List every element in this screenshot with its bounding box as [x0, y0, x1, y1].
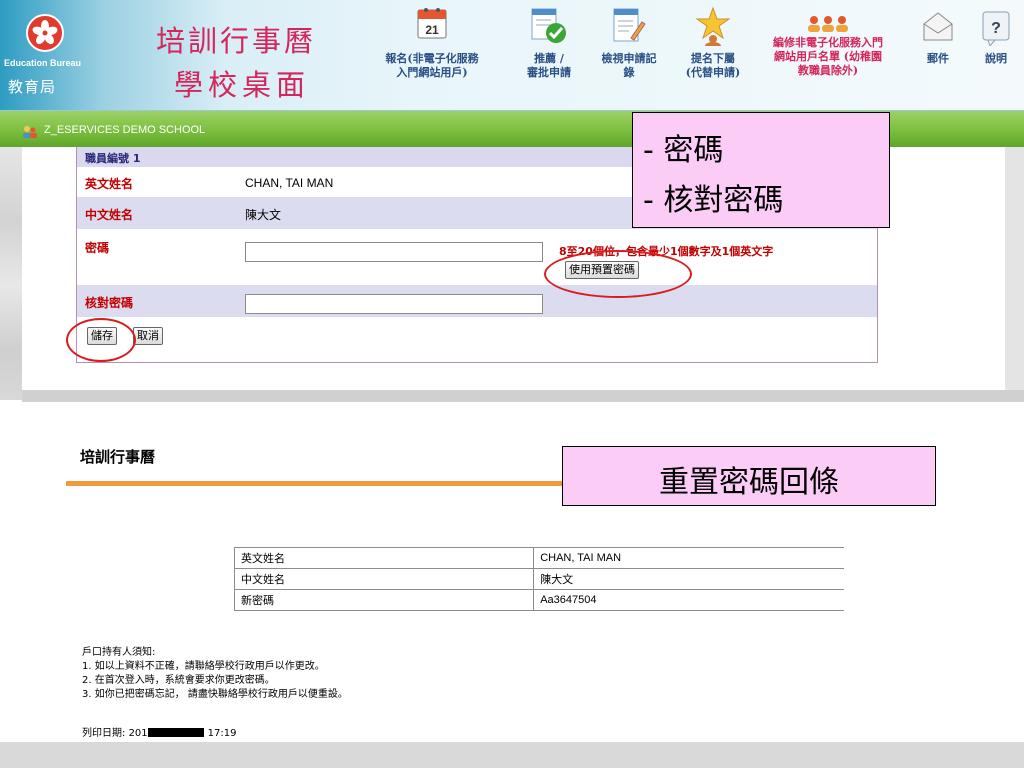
background-strip-bottom: [22, 390, 1024, 402]
system-subtitle: 學校桌面: [174, 68, 311, 102]
note-item: 3. 如你已把密碼忘記， 請盡快聯絡學校行政用戶以便重設。: [82, 689, 348, 700]
nav-label: 推薦 / 審批申請: [527, 52, 571, 79]
app-header: Education Bureau 教育局 培訓行事曆 學校桌面 21 報名(非電…: [0, 0, 1024, 111]
background-strip-right: [1005, 146, 1024, 400]
redaction-bar: [147, 728, 204, 737]
print-date-label: 列印日期:: [82, 728, 126, 739]
slip-new-password-label: 新密碼: [233, 589, 535, 611]
highlight-default-password: [544, 250, 692, 298]
nav-label: 報名(非電子化服務 入門網站用戶): [385, 52, 479, 79]
slip-new-password-value: Aa3647504: [533, 589, 844, 611]
bureau-name-english: Education Bureau: [4, 58, 82, 68]
system-screenshot: Education Bureau 教育局 培訓行事曆 學校桌面 21 報名(非電…: [0, 0, 1024, 402]
print-date-year: 201: [128, 728, 148, 739]
nav-label: 提名下屬 (代替申請): [685, 52, 741, 79]
notes-heading: 戶口持有人須知:: [82, 647, 156, 658]
nav-mail[interactable]: 郵件: [918, 6, 958, 66]
password-row: 密碼 8至20個位，包含最少1個數字及1個英文字 使用預置密碼: [77, 229, 877, 285]
note-item: 2. 在首次登入時，系統會要求你更改密碼。: [82, 675, 275, 686]
print-date-line: 列印日期: 201 17:19: [82, 724, 236, 739]
slip-table: 英文姓名 CHAN, TAI MAN 中文姓名 陳大文 新密碼 Aa364750…: [233, 547, 844, 611]
table-row: 新密碼 Aa3647504: [233, 589, 844, 611]
slip-english-name-value: CHAN, TAI MAN: [533, 547, 844, 569]
help-glyph: ?: [991, 20, 1001, 37]
print-time: 17:19: [207, 728, 237, 739]
calendar-day-number: 21: [425, 23, 439, 37]
callout-line-confirm-password: - 核對密碼: [643, 183, 784, 218]
password-field[interactable]: [245, 242, 543, 262]
bureau-logo[interactable]: Education Bureau 教育局: [4, 10, 116, 104]
chinese-name-label: 中文姓名: [85, 208, 134, 222]
nav-enrol-non-eservices[interactable]: 21 報名(非電子化服務 入門網站用戶): [366, 6, 498, 80]
reset-slip-callout-text: 重置密碼回條: [659, 465, 839, 500]
table-row: 英文姓名 CHAN, TAI MAN: [233, 547, 844, 569]
slip-title: 培訓行事曆: [80, 448, 156, 466]
reset-slip-callout: 重置密碼回條: [562, 446, 936, 506]
password-fields-callout: - 密碼 - 核對密碼: [632, 112, 890, 228]
approve-document-icon: [529, 6, 569, 52]
cancel-button[interactable]: 取消: [133, 327, 163, 345]
nav-view-applications[interactable]: 檢視申請記 錄: [592, 6, 666, 80]
table-row: 中文姓名 陳大文: [233, 568, 844, 590]
nav-label: 郵件: [927, 52, 949, 65]
confirm-password-row: 核對密碼: [77, 285, 877, 317]
nav-recommend-approve[interactable]: 推薦 / 審批申請: [518, 6, 580, 80]
bauhinia-emblem-icon: [26, 14, 64, 52]
slip-chinese-name-label: 中文姓名: [233, 568, 535, 590]
background-strip-footer: [0, 742, 1024, 768]
school-name: Z_ESERVICES DEMO SCHOOL: [44, 124, 206, 136]
user-group-icon: [806, 6, 850, 36]
nav-label: 說明: [985, 52, 1007, 65]
section-title: 職員編號 1: [85, 152, 141, 165]
star-person-icon: [695, 6, 731, 52]
system-title: 培訓行事曆: [156, 24, 317, 58]
note-item: 1. 如以上資料不正確，請聯絡學校行政用戶以作更改。: [82, 661, 325, 672]
nav-nominate-subordinates[interactable]: 提名下屬 (代替申請): [678, 6, 748, 80]
english-name-value: CHAN, TAI MAN: [245, 176, 334, 190]
chinese-name-value: 陳大文: [245, 208, 282, 222]
calendar-icon: 21: [416, 6, 448, 52]
edit-document-icon: [611, 6, 647, 52]
account-holder-notes: 戶口持有人須知: 1. 如以上資料不正確，請聯絡學校行政用戶以作更改。 2. 在…: [82, 646, 348, 702]
callout-line-password: - 密碼: [643, 133, 724, 168]
envelope-icon: [921, 6, 955, 52]
background-strip-left: [0, 146, 22, 400]
nav-help[interactable]: ? 說明: [974, 6, 1018, 66]
confirm-password-label: 核對密碼: [85, 296, 134, 310]
help-icon: ?: [980, 6, 1012, 52]
nav-label: 編修非電子化服務入門 網站用戶名單 (幼稚園 教職員除外): [773, 36, 883, 77]
highlight-save: [66, 318, 136, 362]
school-user-icon: [22, 124, 38, 143]
nav-edit-user-list[interactable]: 編修非電子化服務入門 網站用戶名單 (幼稚園 教職員除外): [760, 6, 896, 78]
slip-chinese-name-value: 陳大文: [533, 568, 844, 590]
bureau-name-chinese: 教育局: [8, 78, 57, 96]
confirm-password-field[interactable]: [245, 294, 543, 314]
nav-label: 檢視申請記 錄: [601, 52, 657, 79]
english-name-label: 英文姓名: [85, 177, 134, 191]
password-label: 密碼: [85, 241, 110, 255]
slip-english-name-label: 英文姓名: [233, 547, 535, 569]
